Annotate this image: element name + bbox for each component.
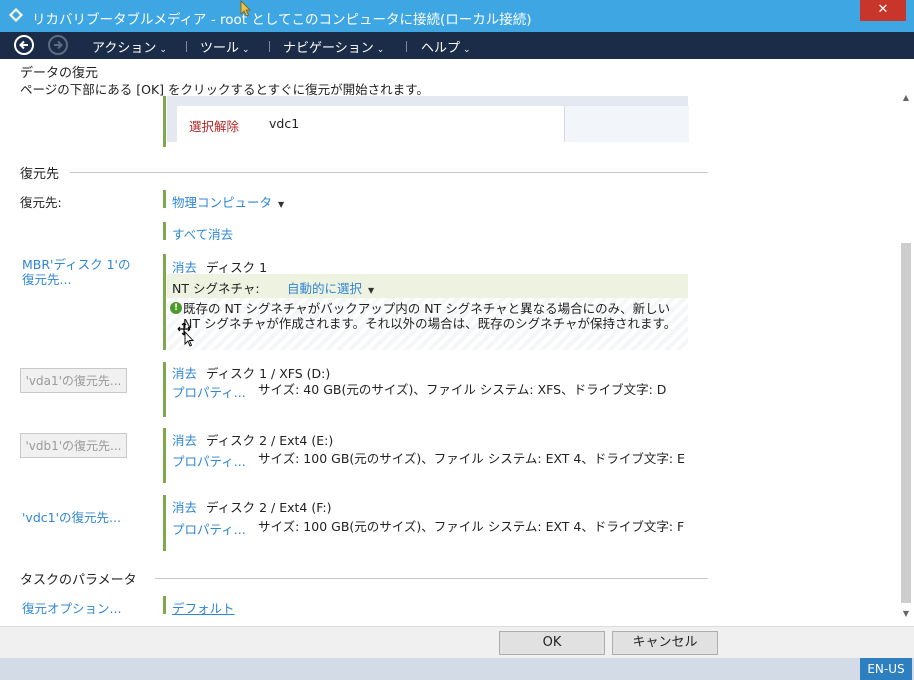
vdc1-properties-link[interactable]: プロパティ... — [172, 519, 246, 538]
accent-bar — [163, 222, 166, 240]
dialog-footer: OK キャンセル — [0, 626, 914, 659]
vda1-restore-button[interactable]: 'vda1'の復元先... — [20, 368, 127, 393]
nt-signature-value: 自動的に選択 — [287, 281, 363, 296]
menu-help[interactable]: ヘルプ ⌄ — [421, 37, 471, 56]
accent-bar — [163, 495, 166, 551]
forward-button[interactable] — [48, 35, 68, 55]
vda1-properties-link[interactable]: プロパティ... — [172, 382, 246, 401]
selected-item: vdc1 — [269, 116, 300, 131]
vdc1-disk-name: ディスク 2 / Ext4 (F:) — [206, 500, 332, 515]
section-restore-to: 復元先 — [20, 167, 60, 182]
accent-bar — [163, 96, 166, 147]
accent-bar — [163, 362, 166, 417]
accent-bar — [163, 190, 166, 208]
dropdown-caret-icon: ▼ — [368, 286, 375, 295]
menu-action-label: アクション — [92, 41, 157, 56]
info-icon: ! — [170, 302, 182, 314]
window-title: リカバリブータブルメディア - root としてこのコンピュータに接続(ローカル… — [32, 12, 532, 28]
selection-table: 選択解除 vdc1 — [167, 96, 689, 142]
vdb1-description: サイズ: 100 GB(元のサイズ)、ファイル システム: EXT 4、ドライブ… — [258, 451, 685, 466]
nt-signature-row: NT シグネチャ: 自動的に選択 ▼ — [167, 274, 688, 298]
deselect-link[interactable]: 選択解除 — [189, 116, 239, 135]
menu-tools-label: ツール — [200, 41, 240, 56]
table-cell — [564, 106, 689, 142]
mbr-restore-link[interactable]: MBR'ディスク 1'の復元先... — [22, 257, 142, 287]
clear-all-link[interactable]: すべて消去 — [172, 224, 233, 243]
back-arrow-icon — [19, 40, 28, 50]
app-logo-icon — [9, 8, 23, 22]
menu-separator — [186, 41, 187, 52]
vdb1-clear-link[interactable]: 消去 — [172, 430, 197, 449]
menu-action[interactable]: アクション ⌄ — [92, 37, 167, 56]
restore-to-label: 復元先: — [20, 195, 62, 210]
cancel-button[interactable]: キャンセル — [612, 631, 718, 655]
vertical-scrollbar[interactable]: ▲ ▼ — [900, 93, 912, 623]
vda1-clear-link[interactable]: 消去 — [172, 363, 197, 382]
title-bar: リカバリブータブルメディア - root としてこのコンピュータに接続(ローカル… — [0, 0, 914, 32]
status-bar: EN-US — [0, 658, 914, 680]
vdc1-restore-link[interactable]: 'vdc1'の復元先... — [22, 507, 121, 526]
chevron-down-icon: ⌄ — [463, 45, 471, 55]
move-cursor-icon — [177, 322, 195, 347]
menu-bar: アクション ⌄ ツール ⌄ ナビゲーション ⌄ ヘルプ ⌄ — [0, 32, 914, 59]
pointer-cursor-icon — [240, 0, 251, 17]
menu-separator — [269, 41, 270, 52]
scroll-down-icon[interactable]: ▼ — [900, 609, 912, 623]
back-button[interactable] — [14, 35, 34, 55]
chevron-down-icon: ⌄ — [376, 45, 385, 55]
vdb1-properties-link[interactable]: プロパティ... — [172, 451, 246, 470]
nt-signature-label: NT シグネチャ: — [172, 281, 260, 296]
nt-signature-info-text: 既存の NT シグネチャがバックアップ内の NT シグネチャと異なる場合にのみ、… — [183, 301, 677, 331]
dropdown-caret-icon: ▼ — [278, 200, 285, 209]
scrollbar-thumb[interactable] — [901, 243, 911, 603]
table-row: 選択解除 vdc1 — [177, 106, 564, 142]
accent-bar — [163, 596, 166, 614]
vdb1-disk-name: ディスク 2 / Ext4 (E:) — [206, 433, 334, 448]
menu-navigation-label: ナビゲーション — [283, 41, 374, 56]
accent-bar — [163, 254, 166, 350]
nt-signature-info: ! 既存の NT シグネチャがバックアップ内の NT シグネチャと異なる場合にの… — [167, 298, 688, 350]
restore-options-link[interactable]: 復元オプション... — [22, 598, 121, 617]
restore-target-dropdown[interactable]: 物理コンピュータ ▼ — [172, 192, 284, 211]
vdb1-restore-button[interactable]: 'vdb1'の復元先... — [20, 433, 127, 458]
vda1-description: サイズ: 40 GB(元のサイズ)、ファイル システム: XFS、ドライブ文字:… — [258, 382, 667, 397]
section-divider — [155, 578, 708, 579]
nt-signature-dropdown[interactable]: 自動的に選択 ▼ — [287, 278, 374, 297]
scroll-up-icon[interactable]: ▲ — [900, 93, 912, 107]
ok-button[interactable]: OK — [499, 631, 605, 655]
section-divider — [70, 172, 708, 173]
restore-target-value: 物理コンピュータ — [172, 195, 273, 210]
menu-separator — [406, 41, 407, 52]
menu-navigation[interactable]: ナビゲーション ⌄ — [283, 37, 384, 56]
chevron-down-icon: ⌄ — [159, 45, 167, 55]
vdc1-clear-link[interactable]: 消去 — [172, 497, 197, 516]
section-task-params: タスクのパラメータ — [20, 573, 137, 588]
language-indicator[interactable]: EN-US — [860, 658, 912, 680]
close-icon: ✕ — [877, 2, 889, 17]
accent-bar — [163, 428, 166, 483]
content-pane: データの復元 ページの下部にある [OK] をクリックするとすぐに復元が開始され… — [10, 59, 898, 626]
restore-options-value[interactable]: デフォルト — [172, 598, 235, 617]
menu-tools[interactable]: ツール ⌄ — [200, 37, 250, 56]
close-button[interactable]: ✕ — [860, 0, 906, 21]
forward-arrow-icon — [54, 40, 63, 50]
vda1-disk-name: ディスク 1 / XFS (D:) — [206, 366, 331, 381]
menu-help-label: ヘルプ — [421, 41, 461, 56]
vdc1-description: サイズ: 100 GB(元のサイズ)、ファイル システム: EXT 4、ドライブ… — [258, 519, 685, 534]
chevron-down-icon: ⌄ — [242, 45, 250, 55]
